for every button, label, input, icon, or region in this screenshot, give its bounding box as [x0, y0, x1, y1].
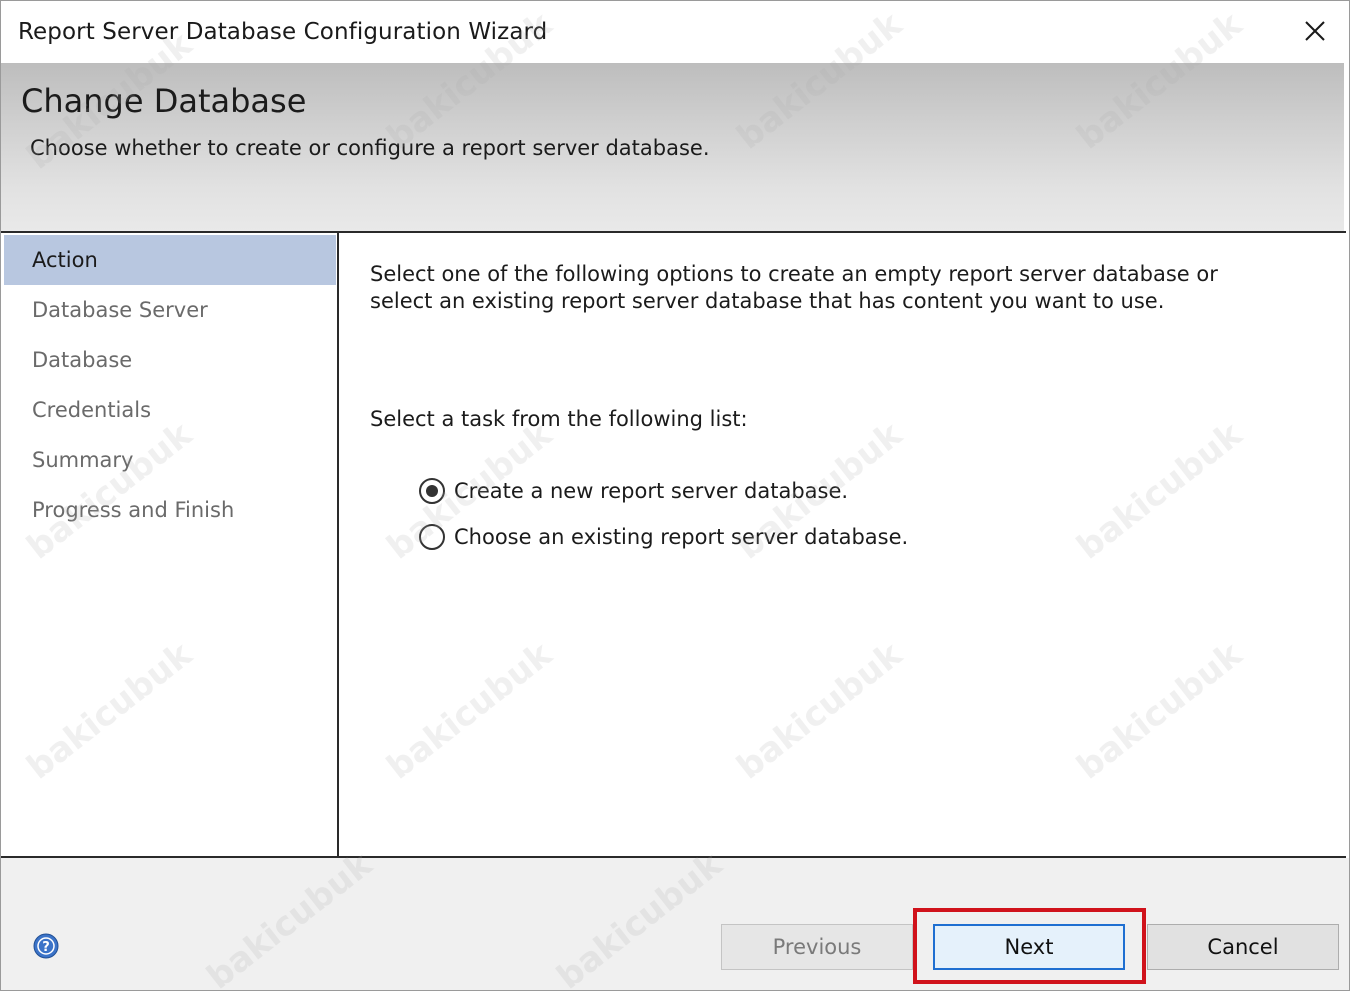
sidebar-item-database-server[interactable]: Database Server	[4, 285, 336, 335]
radio-button[interactable]	[419, 524, 445, 550]
svg-text:?: ?	[42, 940, 50, 955]
sidebar-item-credentials[interactable]: Credentials	[4, 385, 336, 435]
option-create-new-database[interactable]: Create a new report server database.	[419, 476, 848, 506]
page-title: Change Database	[21, 82, 307, 120]
help-icon[interactable]: ?	[33, 933, 59, 959]
sidebar-item-action[interactable]: Action	[4, 235, 336, 285]
title-bar: Report Server Database Configuration Wiz…	[1, 1, 1349, 63]
next-button[interactable]: Next	[933, 924, 1125, 970]
page-header: Change Database Choose whether to create…	[1, 63, 1344, 231]
sidebar-item-summary[interactable]: Summary	[4, 435, 336, 485]
window-title: Report Server Database Configuration Wiz…	[18, 19, 548, 45]
instructions-text: Select one of the following options to c…	[370, 262, 1218, 313]
page-description: Choose whether to create or configure a …	[30, 136, 710, 160]
wizard-steps-sidebar: Action Database Server Database Credenti…	[1, 233, 339, 857]
main-content: Select one of the following options to c…	[341, 233, 1346, 857]
sidebar-item-database[interactable]: Database	[4, 335, 336, 385]
close-icon	[1305, 21, 1325, 41]
close-button[interactable]	[1291, 9, 1339, 53]
cancel-button[interactable]: Cancel	[1147, 924, 1339, 970]
footer: ? Previous Next Cancel	[1, 858, 1349, 990]
previous-button[interactable]: Previous	[721, 924, 913, 970]
wizard-window: Report Server Database Configuration Wiz…	[0, 0, 1350, 991]
option-choose-existing-database[interactable]: Choose an existing report server databas…	[419, 522, 908, 552]
radio-button-selected[interactable]	[419, 478, 445, 504]
sidebar-item-progress-and-finish[interactable]: Progress and Finish	[4, 485, 336, 535]
option-label: Choose an existing report server databas…	[454, 525, 909, 549]
task-list-label: Select a task from the following list:	[370, 407, 748, 431]
option-label: Create a new report server database.	[454, 479, 849, 503]
